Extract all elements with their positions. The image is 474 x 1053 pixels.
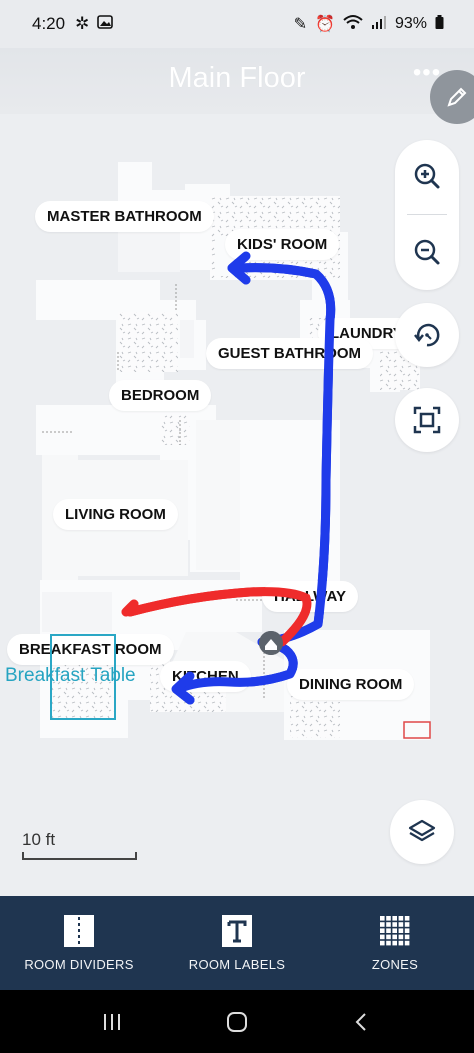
recents-icon [104,1013,121,1030]
scale-label: 10 ft [22,830,56,849]
rotate-button[interactable] [395,303,459,367]
room-label-hallway[interactable]: HALLWAY [262,581,358,612]
zones-label: ZONES [371,957,419,972]
zoom-out-button[interactable] [395,220,459,284]
back-icon [355,1012,366,1031]
gallery-icon [97,14,114,34]
signal-icon [371,15,387,34]
recents-button[interactable] [92,1002,132,1042]
room-dividers-button[interactable]: ROOM DIVIDERS [0,896,158,990]
home-button[interactable] [217,1002,257,1042]
mute-icon: ✎ [293,16,308,33]
zoom-in-button[interactable] [395,144,459,208]
rotate-icon [414,323,440,347]
fit-screen-button[interactable] [395,388,459,452]
breakfast-table-annotation: Breakfast Table [5,665,136,686]
battery-icon [435,14,444,34]
home-icon [226,1011,247,1032]
zones-button[interactable]: ZONES [316,896,474,990]
room-dividers-icon [62,914,96,948]
wifi-icon [343,14,363,35]
fit-screen-icon [413,406,441,434]
layers-button[interactable] [390,800,454,864]
pencil-icon [447,87,467,107]
zoom-out-icon [414,239,440,265]
pinwheel-icon: ✲ [75,14,90,33]
room-label-bedroom[interactable]: BEDROOM [109,380,212,411]
room-label-kids-room[interactable]: KIDS' ROOM [225,229,340,260]
room-dividers-label: ROOM DIVIDERS [24,957,134,972]
room-label-master-bathroom[interactable]: MASTER BATHROOM [35,201,214,232]
room-label-guest-bathroom[interactable]: GUEST BATHROOM [206,338,374,369]
zoom-controls [395,140,459,290]
room-label-kitchen[interactable]: KITCHEN [160,661,251,692]
room-label-living-room[interactable]: LIVING ROOM [53,499,178,530]
zones-grid-icon [378,914,412,948]
status-bar: 4:20 ✲ ✎ ⏰ 93% [0,0,474,48]
scale-bar [22,852,137,860]
layers-icon [408,819,436,842]
status-time: 4:20 [32,14,66,33]
battery-text: 93% [394,15,427,32]
zoom-in-icon [414,163,440,189]
bottom-toolbar: ROOM DIVIDERS ROOM LABELS ZONES [0,896,474,990]
room-labels-label: ROOM LABELS [188,957,286,972]
alarm-icon: ⏰ [315,16,335,33]
room-labels-button[interactable]: ROOM LABELS [158,896,316,990]
room-label-dining-room[interactable]: DINING ROOM [287,669,415,700]
page-title: Main Floor [168,62,306,94]
back-button[interactable] [342,1002,382,1042]
room-labels-icon [220,914,254,948]
system-navbar [0,990,474,1053]
